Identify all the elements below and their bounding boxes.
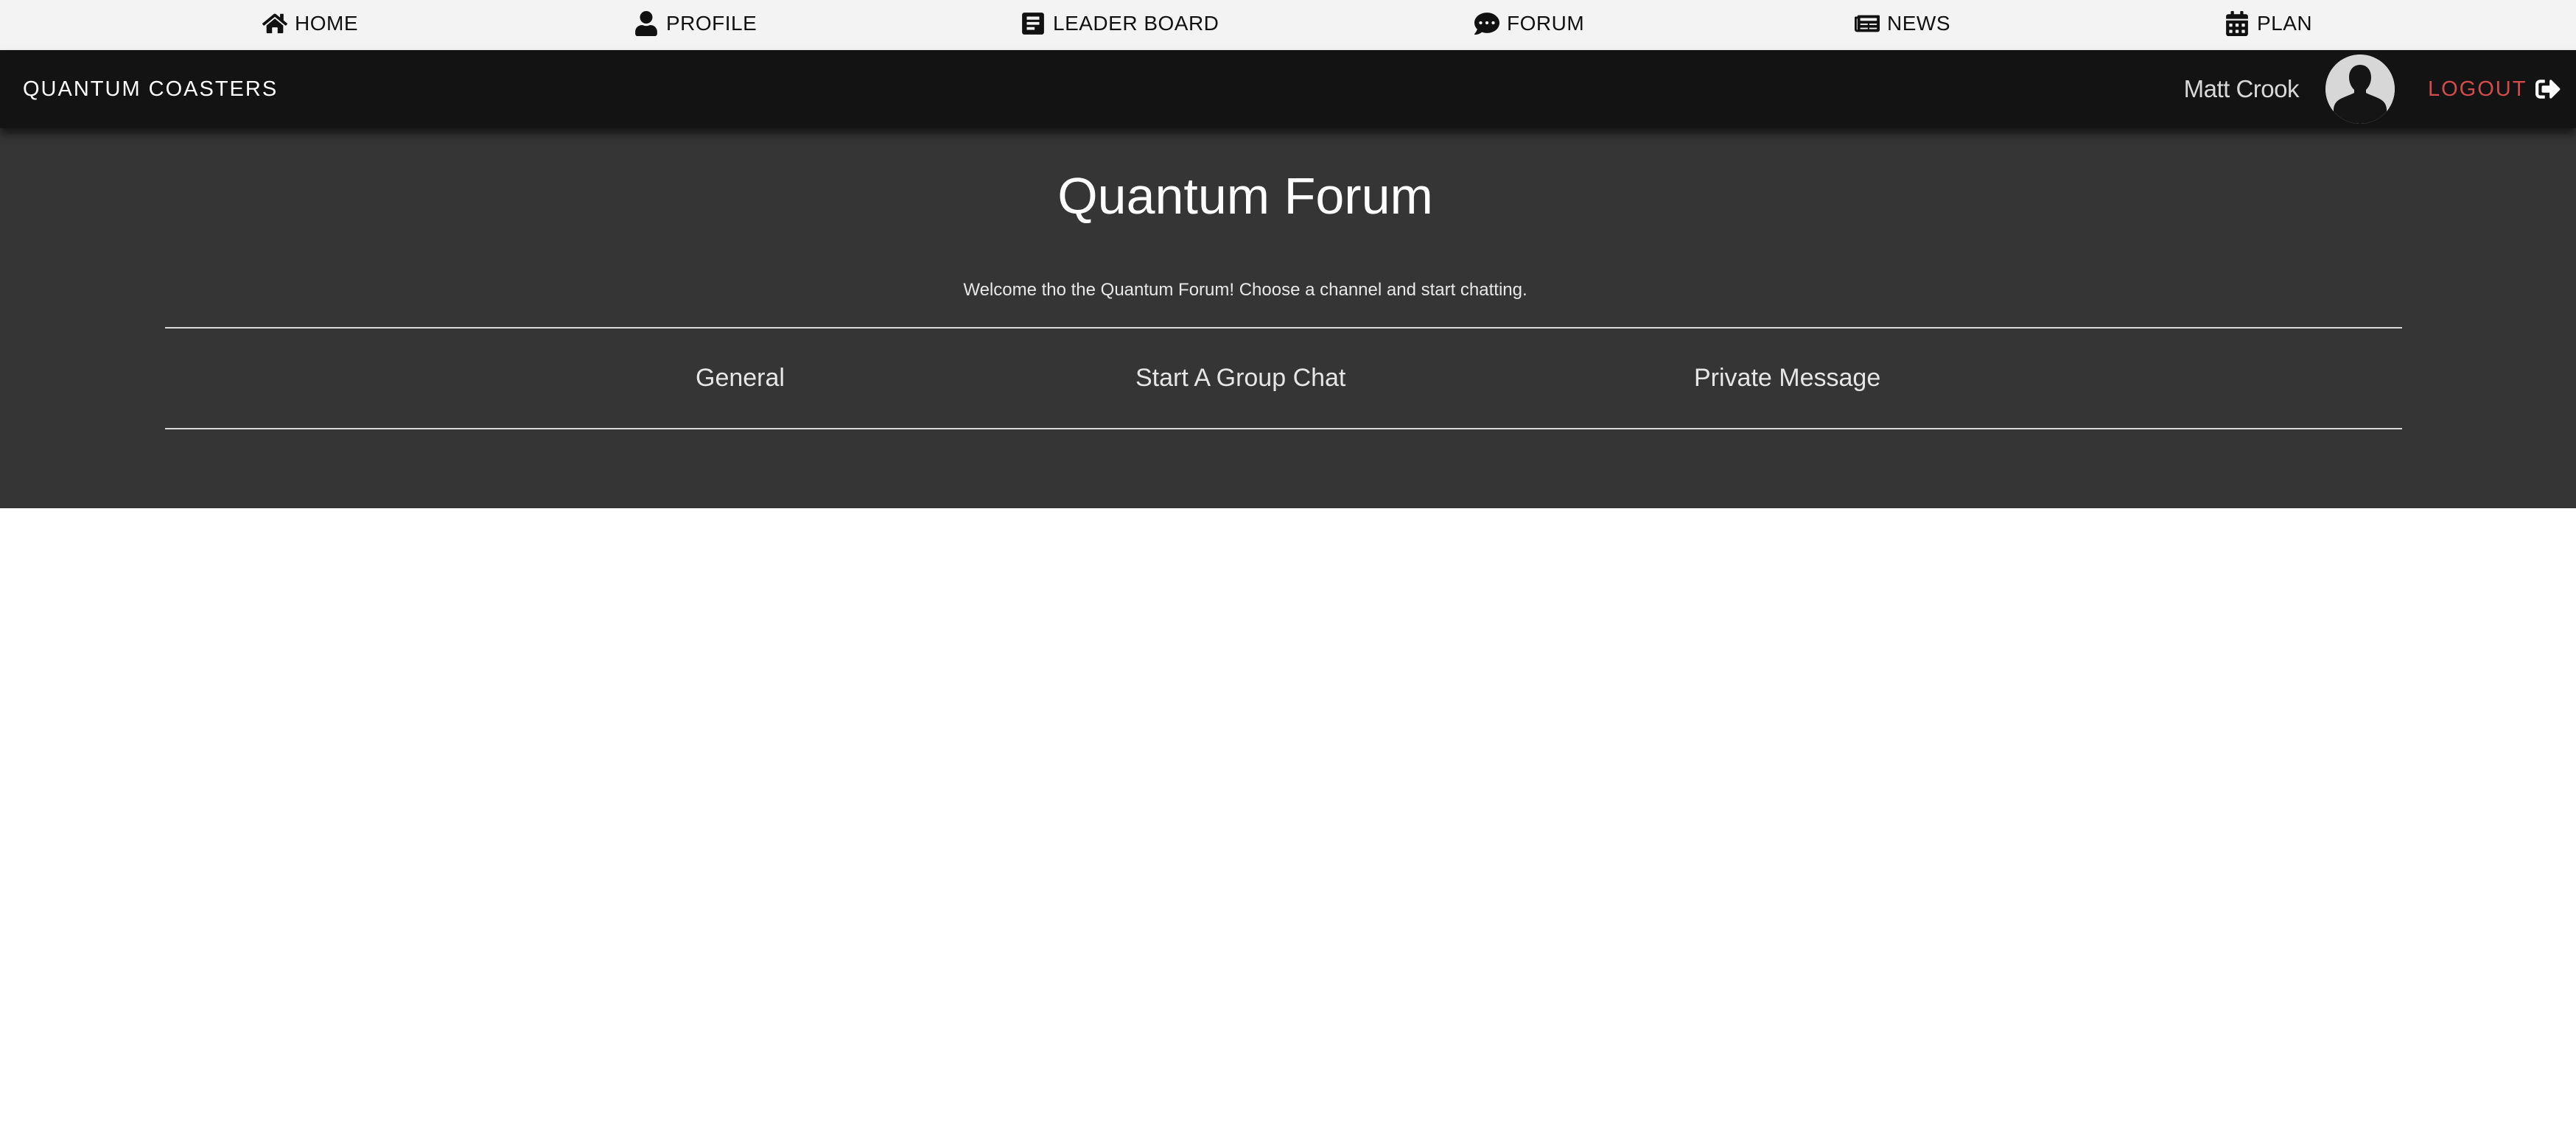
nav-item-plan[interactable]: PLAN xyxy=(2225,0,2312,47)
divider-bottom xyxy=(165,428,2402,429)
nav-item-label: FORUM xyxy=(1507,12,1585,35)
nav-item-label: PLAN xyxy=(2257,12,2313,35)
avatar[interactable] xyxy=(2325,55,2395,124)
page-title: Quantum Forum xyxy=(1057,167,1433,225)
channel-general-link[interactable]: General xyxy=(696,342,785,414)
app-header: QUANTUM COASTERS Matt Crook LOGOUT xyxy=(0,50,2576,128)
channel-private-message-link[interactable]: Private Message xyxy=(1694,342,1880,414)
divider-top xyxy=(165,327,2402,329)
chat-icon xyxy=(1474,11,1499,36)
nav-item-label: HOME xyxy=(295,12,358,35)
forum-panel: Quantum Forum Welcome tho the Quantum Fo… xyxy=(0,128,2576,508)
nav-item-leader-board[interactable]: LEADER BOARD xyxy=(1021,0,1219,47)
nav-item-label: LEADER BOARD xyxy=(1053,12,1219,35)
nav-item-label: NEWS xyxy=(1887,12,1950,35)
user-icon xyxy=(634,11,659,36)
sign-out-icon xyxy=(2535,77,2561,102)
nav-item-home[interactable]: HOME xyxy=(262,0,358,47)
user-name: Matt Crook xyxy=(2183,75,2300,102)
newspaper-icon xyxy=(1855,11,1880,36)
brand-logo-text[interactable]: QUANTUM COASTERS xyxy=(23,50,278,128)
leaderboard-icon xyxy=(1021,11,1046,36)
top-navigation: HOME PROFILE LEADER BOARD FORUM NEWS PLA… xyxy=(0,0,2576,50)
logout-label: LOGOUT xyxy=(2428,77,2527,101)
calendar-icon xyxy=(2225,11,2250,36)
logout-button[interactable]: LOGOUT xyxy=(2428,50,2561,128)
nav-item-forum[interactable]: FORUM xyxy=(1474,0,1584,47)
home-icon xyxy=(262,11,287,36)
nav-item-profile[interactable]: PROFILE xyxy=(634,0,757,47)
nav-item-label: PROFILE xyxy=(666,12,757,35)
user-silhouette-icon xyxy=(2325,55,2395,124)
forum-welcome-text: Welcome tho the Quantum Forum! Choose a … xyxy=(963,280,1527,300)
channel-group-chat-link[interactable]: Start A Group Chat xyxy=(1135,342,1345,414)
nav-item-news[interactable]: NEWS xyxy=(1855,0,1950,47)
